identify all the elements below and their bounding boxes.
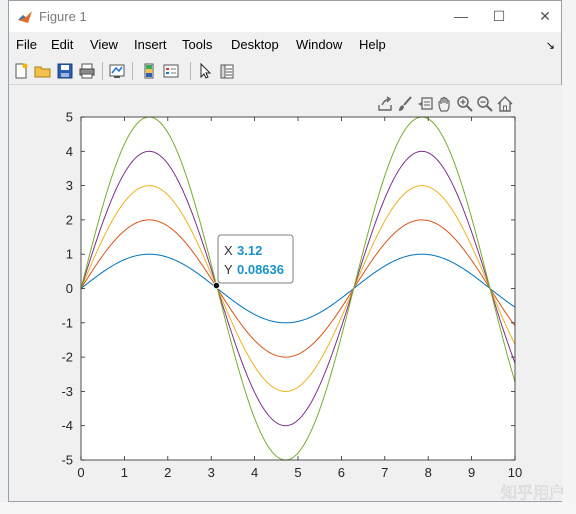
property-inspector-icon[interactable] — [218, 62, 236, 80]
background-page-edge — [0, 502, 576, 514]
insert-colorbar-icon[interactable] — [140, 62, 158, 80]
save-icon[interactable] — [56, 62, 74, 80]
pan-icon[interactable] — [436, 95, 454, 113]
data-tips-icon[interactable] — [416, 95, 434, 113]
window-title: Figure 1 — [39, 9, 87, 24]
maximize-button[interactable]: ☐ — [487, 7, 511, 25]
toolbar-separator — [102, 62, 103, 80]
menu-file[interactable]: File — [16, 37, 37, 52]
menu-bar: File Edit View Insert Tools Desktop Wind… — [9, 33, 561, 57]
minimize-button[interactable]: — — [449, 7, 473, 25]
insert-legend-icon[interactable] — [162, 62, 180, 80]
menu-help[interactable]: Help — [359, 37, 386, 52]
menu-edit[interactable]: Edit — [51, 37, 73, 52]
new-figure-icon[interactable] — [12, 62, 30, 80]
background-window-edge — [562, 0, 576, 514]
figure-toolbar — [9, 58, 561, 85]
menu-desktop[interactable]: Desktop — [231, 37, 279, 52]
close-button[interactable]: ✕ — [533, 7, 557, 25]
title-bar[interactable]: Figure 1 — ☐ ✕ — [9, 1, 561, 32]
figure-window: Figure 1 — ☐ ✕ File Edit View Insert Too… — [8, 0, 562, 502]
menu-view[interactable]: View — [90, 37, 118, 52]
menu-tools[interactable]: Tools — [182, 37, 212, 52]
dock-arrow-icon[interactable]: ↘ — [546, 39, 555, 52]
export-icon[interactable] — [376, 95, 394, 113]
toolbar-separator — [132, 62, 133, 80]
zoom-in-icon[interactable] — [456, 95, 474, 113]
pointer-icon[interactable] — [196, 62, 214, 80]
menu-insert[interactable]: Insert — [134, 37, 167, 52]
home-icon[interactable] — [496, 95, 514, 113]
print-icon[interactable] — [78, 62, 96, 80]
matlab-icon — [18, 11, 32, 23]
zoom-out-icon[interactable] — [476, 95, 494, 113]
figure-canvas — [10, 85, 562, 501]
link-plot-icon[interactable] — [108, 62, 126, 80]
open-file-icon[interactable] — [34, 62, 52, 80]
brush-icon[interactable] — [396, 95, 414, 113]
menu-window[interactable]: Window — [296, 37, 342, 52]
toolbar-separator — [190, 62, 191, 80]
